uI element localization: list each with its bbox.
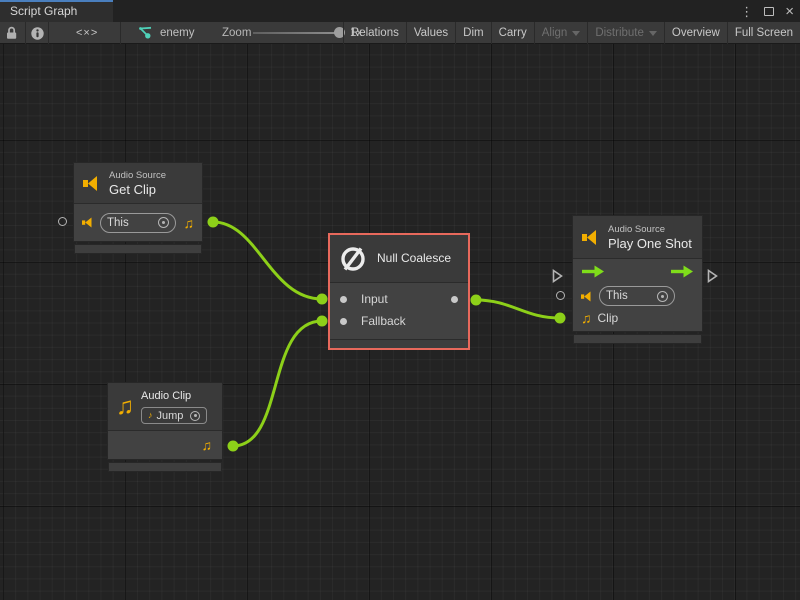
window-controls: ⋮ × [740, 0, 794, 22]
node-header: Audio Source Get Clip [74, 163, 202, 204]
port-fallback-dot[interactable] [340, 318, 347, 325]
toolbar-buttons: Relations Values Dim Carry Align Distrib… [343, 22, 800, 44]
node-title: Null Coalesce [377, 251, 451, 266]
maximize-icon[interactable] [764, 7, 774, 16]
toolbar-separator [48, 22, 49, 44]
port-result-dot[interactable] [451, 296, 458, 303]
lock-button[interactable] [6, 22, 17, 44]
clip-note-icon: ♫ [581, 311, 592, 325]
close-icon[interactable]: × [785, 4, 794, 19]
wire-getclip-to-input[interactable] [213, 222, 322, 299]
audio-source-icon [82, 217, 94, 228]
port-null-fallback[interactable] [317, 316, 328, 327]
target-port-row: This [573, 284, 702, 308]
port-exec-out-triangle[interactable] [707, 269, 718, 283]
node-header: ♫ Audio Clip ♪ Jump [108, 383, 222, 431]
this-field[interactable]: This [599, 286, 675, 306]
port-null-input[interactable] [317, 294, 328, 305]
node-category: Audio Source [608, 224, 692, 236]
exec-in-arrow-icon[interactable] [581, 265, 605, 278]
graph-toolbar: <×> enemy Zoom 1x Relations Values Dim C… [0, 22, 800, 44]
chevron-down-icon [572, 31, 580, 36]
port-getclip-target-in[interactable] [58, 217, 67, 226]
lock-icon [6, 26, 17, 40]
toolbar-separator [120, 22, 121, 44]
values-button[interactable]: Values [406, 22, 455, 44]
exec-port-row [573, 259, 702, 284]
relations-button[interactable]: Relations [343, 22, 406, 44]
node-footer [74, 244, 202, 254]
fallback-port-row: Fallback [330, 310, 468, 332]
kebab-menu-icon[interactable]: ⋮ [740, 5, 753, 18]
overview-button[interactable]: Overview [664, 22, 727, 44]
node-play-one-shot[interactable]: Audio Source Play One Shot [572, 215, 703, 332]
node-port-row: ♫ [108, 431, 222, 459]
tab-title: Script Graph [10, 4, 77, 18]
fallback-label: Fallback [361, 314, 406, 328]
clip-port-row: ♫ Clip [573, 308, 702, 331]
graph-icon [138, 26, 154, 40]
this-field[interactable]: This [100, 213, 176, 233]
unity-script-graph-window: Script Graph ⋮ × <×> [0, 0, 800, 600]
node-category: Audio Source [109, 170, 166, 182]
graph-name-label: enemy [160, 27, 195, 39]
port-input-dot[interactable] [340, 296, 347, 303]
node-port-row: This ♫ [74, 204, 202, 241]
input-label: Input [361, 292, 388, 306]
wire-audioclip-to-fallback[interactable] [233, 321, 322, 446]
audio-clip-note-icon: ♫ [202, 438, 213, 452]
node-get-clip[interactable]: Audio Source Get Clip This ♫ [73, 162, 203, 242]
align-button[interactable]: Align [534, 22, 588, 44]
node-title: Get Clip [109, 182, 166, 197]
toolbar-separator [25, 22, 26, 44]
note-icon: ♪ [148, 411, 153, 420]
audio-clip-note-icon: ♫ [184, 216, 195, 230]
info-icon [31, 27, 44, 40]
info-button[interactable] [31, 22, 44, 44]
input-port-row: Input [330, 288, 468, 310]
tab-bar: Script Graph ⋮ × [0, 0, 800, 22]
node-audio-clip[interactable]: ♫ Audio Clip ♪ Jump ♫ [107, 382, 223, 460]
node-header: Null Coalesce [330, 235, 468, 283]
node-title: Audio Clip [141, 389, 207, 404]
object-picker-icon[interactable] [190, 411, 200, 421]
graph-canvas[interactable]: Audio Source Get Clip This ♫ [0, 44, 800, 600]
node-title: Play One Shot [608, 236, 692, 251]
tab-script-graph[interactable]: Script Graph [0, 0, 113, 22]
node-footer [108, 462, 222, 472]
null-coalesce-icon [338, 244, 368, 274]
fullscreen-button[interactable]: Full Screen [727, 22, 800, 44]
port-exec-in-triangle[interactable] [552, 269, 563, 283]
zoom-label: Zoom [222, 22, 251, 44]
audio-source-icon [581, 291, 593, 302]
carry-button[interactable]: Carry [491, 22, 534, 44]
node-header: Audio Source Play One Shot [573, 216, 702, 259]
port-playoneshot-clip[interactable] [555, 313, 566, 324]
port-getclip-output[interactable] [208, 217, 219, 228]
audio-source-icon [581, 229, 601, 246]
object-picker-icon[interactable] [657, 291, 668, 302]
object-picker-icon[interactable] [158, 217, 169, 228]
port-null-output[interactable] [471, 295, 482, 306]
exec-out-arrow-icon[interactable] [670, 265, 694, 278]
clip-field[interactable]: ♪ Jump [141, 407, 207, 424]
distribute-button[interactable]: Distribute [587, 22, 664, 44]
zoom-slider-track[interactable] [253, 32, 340, 34]
code-icon: <×> [76, 27, 98, 39]
dim-button[interactable]: Dim [455, 22, 490, 44]
node-footer [330, 339, 468, 348]
port-audioclip-output[interactable] [228, 441, 239, 452]
clip-label: Clip [598, 311, 619, 325]
code-view-button[interactable]: <×> [76, 22, 98, 44]
wire-output-to-clip[interactable] [476, 300, 560, 318]
node-null-coalesce[interactable]: Null Coalesce Input Fallback [328, 233, 470, 350]
audio-clip-icon: ♫ [116, 395, 134, 419]
node-footer [573, 334, 702, 344]
port-playoneshot-target-in[interactable] [556, 291, 565, 300]
chevron-down-icon [649, 31, 657, 36]
audio-source-icon [82, 175, 102, 192]
graph-breadcrumb[interactable]: enemy [138, 22, 195, 44]
